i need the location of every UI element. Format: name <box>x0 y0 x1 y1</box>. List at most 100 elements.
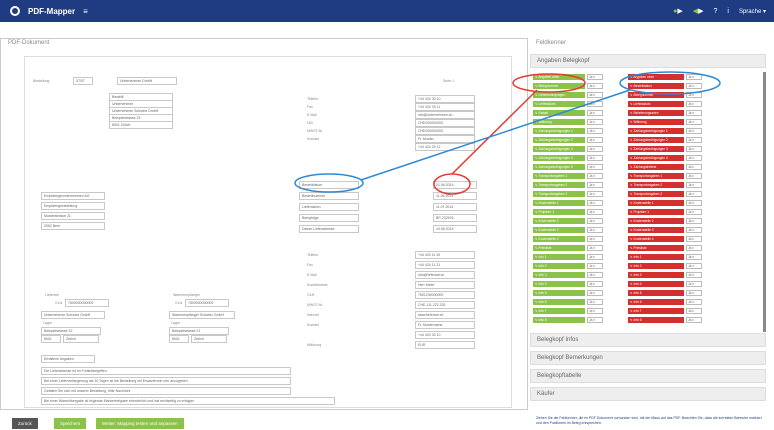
field-chip-red[interactable]: ✎ Bestelldatum <box>628 83 684 89</box>
field-option-select[interactable]: Ja ▾ <box>587 308 603 314</box>
field-chip-green[interactable]: ✎ Info 3 <box>533 272 585 278</box>
field-chip-red[interactable]: ✎ Zahlungsfreitext <box>628 164 684 170</box>
field-option-select[interactable]: Ja ▾ <box>587 164 603 170</box>
field-option-select[interactable]: Ja ▾ <box>686 92 702 98</box>
field-option-select[interactable]: Ja ▾ <box>686 155 702 161</box>
field-chip-green[interactable]: ✎ Lieferdatum <box>533 101 585 107</box>
field-chip-red[interactable]: ✎ Transportangaben 3 <box>628 191 684 197</box>
field-chip-green[interactable]: ✎ Preisliste <box>533 245 585 251</box>
field-option-select[interactable]: Ja ▾ <box>686 290 702 296</box>
field-chip-green[interactable]: ✎ Transportangaben 3 <box>533 191 585 197</box>
field-option-select[interactable]: Ja ▾ <box>587 245 603 251</box>
menu-icon[interactable]: ≡ <box>83 7 88 16</box>
field-chip-green[interactable]: ✎ Lieferbedingungen <box>533 92 585 98</box>
field-option-select[interactable]: Ja ▾ <box>686 245 702 251</box>
field-option-select[interactable]: Ja ▾ <box>587 173 603 179</box>
field-chip-green[interactable]: ✎ Info 8 <box>533 317 585 323</box>
field-option-select[interactable]: Ja ▾ <box>686 83 702 89</box>
field-chip-green[interactable]: ✎ Kostenstelle 4 <box>533 236 585 242</box>
field-option-select[interactable]: Ja ▾ <box>686 308 702 314</box>
field-option-select[interactable]: Ja ▾ <box>686 182 702 188</box>
help-icon[interactable]: ? <box>714 8 718 15</box>
section-belegkopf-bemerkungen[interactable]: Belegkopf Bemerkungen <box>530 351 766 365</box>
field-option-select[interactable]: Ja ▾ <box>686 191 702 197</box>
field-chip-red[interactable]: ✎ Info 6 <box>628 299 684 305</box>
field-option-select[interactable]: Ja ▾ <box>686 299 702 305</box>
field-chip-green[interactable]: ✎ Info 2 <box>533 263 585 269</box>
field-chip-green[interactable]: ✎ Zahlungsbedingungen 4 <box>533 155 585 161</box>
field-option-select[interactable]: Ja ▾ <box>587 209 603 215</box>
language-select[interactable]: Sprache ▾ <box>739 8 766 15</box>
field-chip-green[interactable]: ✎ Rabatt <box>533 110 585 116</box>
field-chip-red[interactable]: ✎ Zahlungsbedingungen 4 <box>628 155 684 161</box>
field-chip-green[interactable]: ✎ Transportangaben 2 <box>533 182 585 188</box>
field-option-select[interactable]: Ja ▾ <box>587 92 603 98</box>
field-chip-red[interactable]: ✎ Info 8 <box>628 317 684 323</box>
field-chip-green[interactable]: ✎ Info 6 <box>533 299 585 305</box>
field-option-select[interactable]: Ja ▾ <box>686 317 702 323</box>
field-option-select[interactable]: Ja ▾ <box>686 146 702 152</box>
field-option-select[interactable]: Ja ▾ <box>686 164 702 170</box>
field-chip-red[interactable]: ✎ Info 3 <box>628 272 684 278</box>
info-icon[interactable]: i <box>727 8 729 15</box>
field-option-select[interactable]: Ja ▾ <box>686 218 702 224</box>
pdf-document[interactable]: Bestellung 07/07 Unternehmen GmbH Seite 1 Be… <box>24 56 512 408</box>
field-option-select[interactable]: Ja ▾ <box>686 272 702 278</box>
field-option-select[interactable]: Ja ▾ <box>686 227 702 233</box>
field-chip-green[interactable]: ✎ Transportangaben 1 <box>533 173 585 179</box>
section-belegkopftabelle[interactable]: Belegkopftabelle <box>530 369 766 383</box>
field-option-select[interactable]: Ja ▾ <box>587 101 603 107</box>
field-option-select[interactable]: Ja ▾ <box>686 101 702 107</box>
field-chip-red[interactable]: ✎ Belieferungsarten <box>628 110 684 116</box>
field-option-select[interactable]: Ja ▾ <box>587 74 603 80</box>
field-chip-red[interactable]: ✎ Angaben oben <box>628 74 684 80</box>
field-option-select[interactable]: Ja ▾ <box>686 200 702 206</box>
field-chip-red[interactable]: ✎ Kostenstelle 2 <box>628 218 684 224</box>
field-chip-green[interactable]: ✎ Zahlungsbedingungen 3 <box>533 146 585 152</box>
section-kaeufer[interactable]: Käufer <box>530 387 766 401</box>
save-button[interactable]: Speichern <box>54 418 87 429</box>
field-chip-red[interactable]: ✎ Info 5 <box>628 290 684 296</box>
field-option-select[interactable]: Ja ▾ <box>686 209 702 215</box>
field-chip-red[interactable]: ✎ Info 2 <box>628 263 684 269</box>
field-chip-red[interactable]: ✎ Zahlungsbedingungen 3 <box>628 146 684 152</box>
field-option-select[interactable]: Ja ▾ <box>686 236 702 242</box>
field-option-select[interactable]: Ja ▾ <box>587 191 603 197</box>
field-chip-red[interactable]: ✎ Zahlungsbedingungen 2 <box>628 137 684 143</box>
field-option-select[interactable]: Ja ▾ <box>587 146 603 152</box>
field-chip-red[interactable]: ✎ Zahlungsbedingungen 1 <box>628 128 684 134</box>
field-chip-red[interactable]: ✎ Lieferdatum <box>628 101 684 107</box>
section-belegkopf-infos[interactable]: Belegkopf Infos <box>530 333 766 347</box>
field-option-select[interactable]: Ja ▾ <box>587 200 603 206</box>
field-option-select[interactable]: Ja ▾ <box>587 236 603 242</box>
field-option-select[interactable]: Ja ▾ <box>587 254 603 260</box>
field-option-select[interactable]: Ja ▾ <box>587 281 603 287</box>
field-chip-red[interactable]: ✎ Kostenstelle 4 <box>628 236 684 242</box>
field-chip-green[interactable]: ✎ Zahlungsbedingungen 5 <box>533 164 585 170</box>
field-chip-red[interactable]: ✎ Währung <box>628 119 684 125</box>
field-chip-green[interactable]: ✎ Info 1 <box>533 254 585 260</box>
field-option-select[interactable]: Ja ▾ <box>587 263 603 269</box>
field-chip-red[interactable]: ✎ Info 7 <box>628 308 684 314</box>
play-forward-icon[interactable]: ● ▶ <box>673 7 683 16</box>
field-option-select[interactable]: Ja ▾ <box>587 218 603 224</box>
field-option-select[interactable]: Ja ▾ <box>587 290 603 296</box>
field-chip-green[interactable]: ✎ Zahlungsbedingungen 1 <box>533 128 585 134</box>
field-chip-red[interactable]: ✎ Transportangaben 2 <box>628 182 684 188</box>
play-back-icon[interactable]: ◀ ▶ <box>693 7 704 15</box>
field-chip-red[interactable]: ✎ Projektnr 1 <box>628 209 684 215</box>
field-chip-red[interactable]: ✎ Transportangaben 1 <box>628 173 684 179</box>
field-chip-green[interactable]: ✎ Kostenstelle 3 <box>533 227 585 233</box>
field-chip-green[interactable]: ✎ Kostenstelle 2 <box>533 218 585 224</box>
field-chip-red[interactable]: ✎ Info 1 <box>628 254 684 260</box>
field-option-select[interactable]: Ja ▾ <box>686 110 702 116</box>
field-option-select[interactable]: Ja ▾ <box>587 317 603 323</box>
back-button[interactable]: Zurück <box>12 418 38 429</box>
field-option-select[interactable]: Ja ▾ <box>587 128 603 134</box>
field-chip-red[interactable]: ✎ Info 4 <box>628 281 684 287</box>
field-option-select[interactable]: Ja ▾ <box>686 74 702 80</box>
field-option-select[interactable]: Ja ▾ <box>587 83 603 89</box>
field-option-select[interactable]: Ja ▾ <box>587 155 603 161</box>
field-chip-green[interactable]: ✎ Kostenstelle 1 <box>533 200 585 206</box>
field-chip-green[interactable]: ✎ Angaben oben <box>533 74 585 80</box>
